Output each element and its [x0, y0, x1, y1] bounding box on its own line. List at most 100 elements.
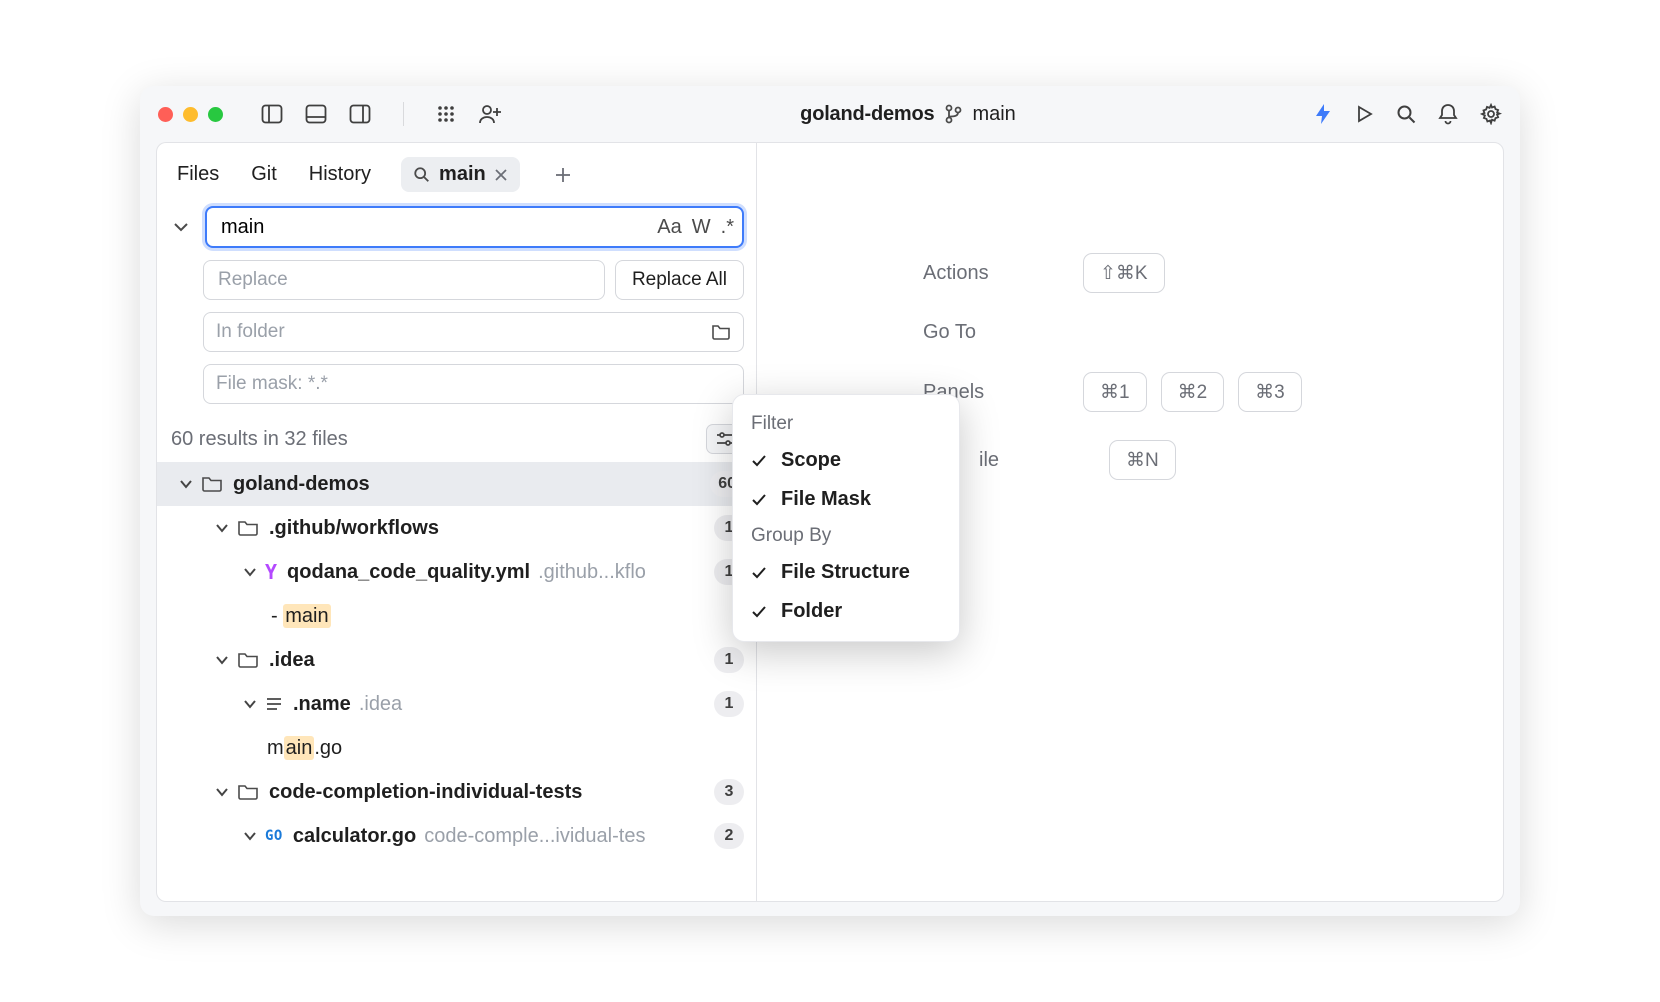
whole-word-toggle[interactable]: W: [692, 216, 711, 239]
minimize-window[interactable]: [183, 107, 198, 122]
collapse-search-icon[interactable]: [167, 217, 195, 237]
search-icon[interactable]: [1396, 104, 1416, 124]
file-name: .name: [293, 693, 351, 716]
match-line[interactable]: main.go: [157, 726, 756, 770]
tree-file[interactable]: Y qodana_code_quality.yml .github...kflo…: [157, 550, 756, 594]
node-label: goland-demos: [233, 473, 370, 496]
in-folder-field[interactable]: In folder: [203, 312, 744, 352]
tab-search-active[interactable]: main: [401, 157, 520, 192]
tab-add-icon[interactable]: [554, 166, 572, 184]
chevron-down-icon[interactable]: [243, 567, 257, 577]
chevron-down-icon[interactable]: [215, 655, 229, 665]
match-case-toggle[interactable]: Aa: [657, 216, 681, 239]
titlebar: goland-demos main: [140, 86, 1520, 142]
file-mask-field[interactable]: File mask: *.*: [203, 364, 744, 404]
popup-item-label: File Mask: [781, 488, 871, 511]
check-icon: [751, 493, 767, 507]
tree-folder[interactable]: .github/workflows 1: [157, 506, 756, 550]
toolbar-right: [1314, 103, 1502, 125]
sidebar-left-icon[interactable]: [261, 104, 283, 124]
replace-all-button[interactable]: Replace All: [615, 260, 744, 300]
file-mask-placeholder: File mask: *.*: [216, 373, 328, 395]
result-count: 3: [714, 779, 744, 805]
popup-groupby-header: Group By: [739, 519, 953, 553]
bolt-icon[interactable]: [1314, 103, 1332, 125]
results-summary: 60 results in 32 files: [171, 428, 348, 451]
regex-toggle[interactable]: .*: [721, 216, 734, 239]
go-file-icon: GO: [265, 828, 283, 844]
tab-history[interactable]: History: [307, 157, 373, 192]
file-path: .github...kflo: [538, 561, 646, 584]
kbd-actions[interactable]: ⇧⌘K: [1083, 253, 1165, 293]
rp-actions-label: Actions: [923, 262, 1013, 285]
toolbar-left: [261, 102, 502, 126]
search-panel: Files Git History main Aa W: [156, 142, 756, 902]
notifications-icon[interactable]: [1438, 103, 1458, 125]
node-label: .github/workflows: [269, 517, 439, 540]
node-label: code-completion-individual-tests: [269, 781, 582, 804]
yaml-file-icon: Y: [265, 560, 277, 584]
match-text: main.go: [267, 737, 342, 760]
chevron-down-icon[interactable]: [215, 523, 229, 533]
close-window[interactable]: [158, 107, 173, 122]
titlebar-center: goland-demos main: [502, 103, 1314, 126]
file-name: qodana_code_quality.yml: [287, 561, 530, 584]
file-name: calculator.go: [293, 825, 416, 848]
check-icon: [751, 566, 767, 580]
kbd-panel2[interactable]: ⌘2: [1161, 372, 1225, 412]
project-name[interactable]: goland-demos: [800, 103, 934, 126]
chevron-down-icon[interactable]: [179, 479, 193, 489]
popup-item-label: File Structure: [781, 561, 910, 584]
popup-filter-header: Filter: [739, 407, 953, 441]
chevron-down-icon[interactable]: [215, 787, 229, 797]
tab-search-label: main: [439, 163, 486, 186]
folder-icon: [237, 519, 259, 537]
window-controls: [158, 107, 223, 122]
panel-tabs: Files Git History main: [157, 143, 756, 192]
node-label: .idea: [269, 649, 315, 672]
match-text: - main: [271, 605, 331, 628]
tab-close-icon[interactable]: [494, 168, 508, 182]
replace-input[interactable]: [203, 260, 605, 300]
folder-icon: [237, 651, 259, 669]
kbd-panel1[interactable]: ⌘1: [1083, 372, 1147, 412]
ide-window: goland-demos main Files Git History main: [140, 86, 1520, 916]
settings-icon[interactable]: [1480, 103, 1502, 125]
branch-icon: [944, 104, 962, 124]
popup-item-filemask[interactable]: File Mask: [739, 480, 953, 519]
search-icon: [413, 166, 431, 184]
tree-folder[interactable]: .idea 1: [157, 638, 756, 682]
apps-grid-icon[interactable]: [436, 104, 456, 124]
match-line[interactable]: - main: [157, 594, 756, 638]
tree-file[interactable]: .name .idea 1: [157, 682, 756, 726]
result-count: 1: [714, 647, 744, 673]
result-count: 2: [714, 823, 744, 849]
search-input-wrap: Aa W .*: [205, 206, 744, 248]
zoom-window[interactable]: [208, 107, 223, 122]
branch-name[interactable]: main: [972, 103, 1015, 126]
folder-icon: [711, 323, 731, 341]
panel-bottom-icon[interactable]: [305, 104, 327, 124]
filter-popup: Filter Scope File Mask Group By File Str…: [732, 394, 960, 642]
rp-goto-label: Go To: [923, 321, 1013, 344]
tab-files[interactable]: Files: [175, 157, 221, 192]
check-icon: [751, 605, 767, 619]
sidebar-right-icon[interactable]: [349, 104, 371, 124]
tree-file[interactable]: GO calculator.go code-comple...ividual-t…: [157, 814, 756, 858]
tree-folder[interactable]: code-completion-individual-tests 3: [157, 770, 756, 814]
folder-icon: [237, 783, 259, 801]
popup-item-folder[interactable]: Folder: [739, 592, 953, 631]
run-icon[interactable]: [1354, 104, 1374, 124]
in-folder-placeholder: In folder: [216, 321, 285, 343]
popup-item-scope[interactable]: Scope: [739, 441, 953, 480]
chevron-down-icon[interactable]: [243, 699, 257, 709]
kbd-file[interactable]: ⌘N: [1109, 440, 1176, 480]
popup-item-filestructure[interactable]: File Structure: [739, 553, 953, 592]
kbd-panel3[interactable]: ⌘3: [1238, 372, 1302, 412]
chevron-down-icon[interactable]: [243, 831, 257, 841]
results-tree: goland-demos 60 .github/workflows 1 Y qo…: [157, 462, 756, 858]
file-path: code-comple...ividual-tes: [424, 825, 645, 848]
tree-root[interactable]: goland-demos 60: [157, 462, 756, 506]
add-user-icon[interactable]: [478, 104, 502, 124]
tab-git[interactable]: Git: [249, 157, 279, 192]
